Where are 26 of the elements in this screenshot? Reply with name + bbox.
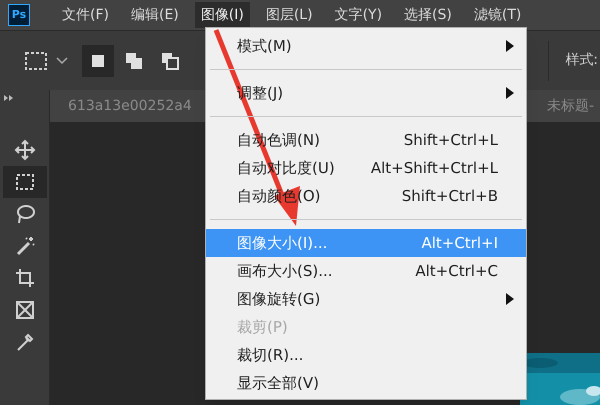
menu-bar-item[interactable]: 图像(I) (194, 2, 250, 28)
menu-bar-item[interactable]: 图层(L) (260, 2, 319, 28)
menu-item[interactable]: 图像旋转(G) (206, 285, 526, 313)
menu-bar-item[interactable]: 文字(Y) (328, 2, 388, 28)
menu-bar-item[interactable]: 滤镜(T) (468, 2, 528, 28)
selection-mode-button[interactable] (82, 44, 114, 76)
chevron-down-icon[interactable] (56, 56, 68, 64)
marquee-icon[interactable] (24, 50, 48, 70)
marquee-icon (14, 171, 36, 193)
new-selection-icon (90, 52, 106, 68)
add-selection-icon (125, 52, 143, 70)
menu-bar-item[interactable]: 文件(F) (56, 2, 115, 28)
menu-item[interactable]: 显示全部(V) (206, 369, 526, 397)
crop-icon (14, 267, 36, 289)
subtract-selection-icon (161, 52, 179, 70)
expand-icon[interactable] (4, 95, 13, 101)
style-label: 样式: (565, 51, 598, 70)
menu-item[interactable]: 裁切(R)... (206, 341, 526, 369)
app-logo: Ps (8, 4, 30, 26)
menu-bar-item[interactable]: 编辑(E) (124, 2, 185, 28)
move-icon (14, 139, 36, 161)
frame-icon (14, 299, 36, 321)
menu-bar-item[interactable]: 选择(S) (398, 2, 458, 28)
tool-button[interactable] (2, 166, 46, 198)
menu-item[interactable]: 画布大小(S)... Alt+Ctrl+C (206, 257, 526, 285)
menu-item[interactable]: 模式(M) (206, 32, 526, 60)
